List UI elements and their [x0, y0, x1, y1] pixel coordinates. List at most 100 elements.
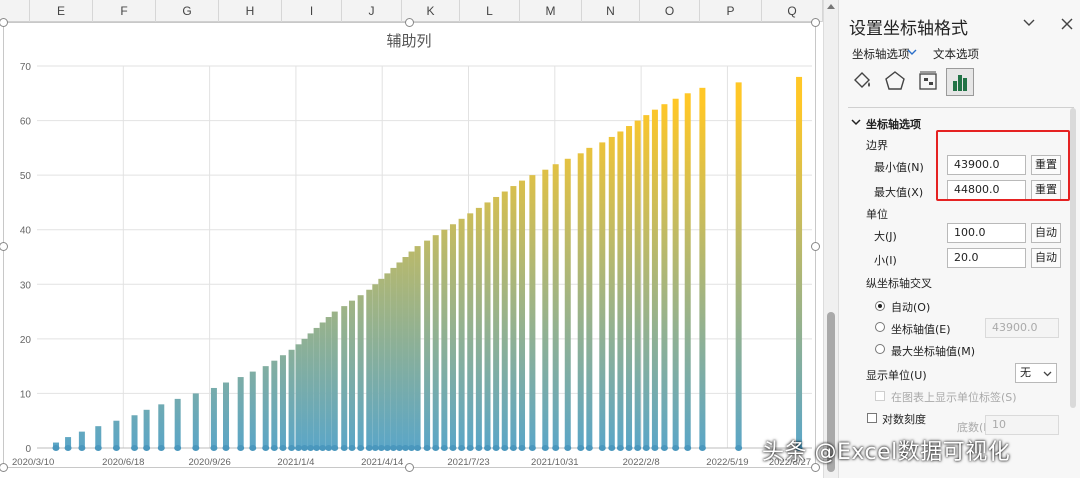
bar-base-marker[interactable] [52, 445, 60, 451]
bar[interactable] [617, 131, 624, 448]
bar[interactable] [643, 115, 650, 448]
bar-base-marker[interactable] [501, 445, 509, 451]
worksheet[interactable]: E F G H I J K L M N O P Q 辅助列 0 10 20 30 40 5… [0, 0, 823, 478]
bar-base-marker[interactable] [112, 445, 120, 451]
bar-base-marker[interactable] [541, 445, 549, 451]
chevron-down-icon[interactable] [1023, 16, 1035, 30]
column-header-o[interactable]: O [640, 0, 700, 22]
bar[interactable] [441, 229, 448, 448]
bar[interactable] [552, 164, 559, 448]
bar[interactable] [684, 93, 691, 449]
bar-base-marker[interactable] [331, 445, 339, 451]
bar-base-marker[interactable] [672, 445, 680, 451]
bar[interactable] [501, 191, 508, 448]
bar-base-marker[interactable] [440, 445, 448, 451]
bar[interactable] [331, 311, 338, 448]
bar-base-marker[interactable] [389, 445, 397, 451]
bar-base-marker[interactable] [174, 445, 182, 451]
bar[interactable] [408, 251, 415, 448]
show-units-label-checkbox[interactable] [875, 391, 885, 401]
tab-dropdown-chevron-icon[interactable] [907, 46, 917, 60]
bar[interactable] [467, 213, 474, 448]
bar-base-marker[interactable] [684, 445, 692, 451]
bar-base-marker[interactable] [377, 445, 385, 451]
bar[interactable] [577, 153, 584, 449]
axis-options-bar-chart-icon[interactable] [946, 68, 974, 96]
chart-object[interactable]: 辅助列 0 10 20 30 40 50 60 70 2020/3/10 2020/6/18 20… [0, 18, 820, 472]
bar-base-marker[interactable] [307, 445, 315, 451]
bar-base-marker[interactable] [475, 445, 483, 451]
bar[interactable] [396, 262, 403, 448]
bar[interactable] [319, 322, 326, 448]
size-properties-icon[interactable] [917, 70, 941, 94]
bar-base-marker[interactable] [598, 445, 606, 451]
bar-base-marker[interactable] [509, 445, 517, 451]
pane-scrollbar[interactable] [1070, 108, 1076, 408]
bar[interactable] [475, 207, 482, 448]
bar[interactable] [288, 349, 295, 448]
resize-handle-bottom[interactable] [405, 463, 414, 472]
bar[interactable] [301, 338, 308, 448]
bar-base-marker[interactable] [414, 445, 422, 451]
bar[interactable] [449, 224, 456, 448]
bar-base-marker[interactable] [357, 445, 365, 451]
bar[interactable] [378, 278, 385, 448]
bar-base-marker[interactable] [634, 445, 642, 451]
bar-base-marker[interactable] [432, 445, 440, 451]
column-header-p[interactable]: P [700, 0, 762, 22]
bar[interactable] [174, 398, 181, 448]
bar-base-marker[interactable] [210, 445, 218, 451]
close-icon[interactable] [1061, 14, 1073, 34]
column-header-f[interactable]: F [93, 0, 156, 22]
bar[interactable] [484, 202, 491, 448]
scroll-up-arrow-icon[interactable] [827, 4, 835, 9]
crosses-axis-value-label[interactable]: 坐标轴值(E) [891, 321, 951, 337]
bar[interactable] [237, 377, 244, 448]
section-axis-options[interactable]: 坐标轴选项 [866, 116, 921, 132]
bar[interactable] [249, 371, 256, 448]
bar[interactable] [131, 415, 138, 448]
bar[interactable] [586, 147, 593, 448]
bar-base-marker[interactable] [484, 445, 492, 451]
bar[interactable] [372, 284, 379, 448]
bar-base-marker[interactable] [408, 445, 416, 451]
column-header-h[interactable]: H [219, 0, 282, 22]
bar-base-marker[interactable] [270, 445, 278, 451]
minor-unit-field[interactable]: 20.0 [947, 248, 1026, 268]
bar[interactable] [510, 186, 517, 449]
bar[interactable] [113, 420, 120, 448]
bar[interactable] [384, 273, 391, 448]
bar[interactable] [307, 333, 314, 448]
bar[interactable] [325, 317, 332, 448]
bar[interactable] [357, 295, 364, 448]
column-header-n[interactable]: N [582, 0, 640, 22]
bar[interactable] [414, 246, 421, 448]
log-base-field[interactable]: 10 [985, 415, 1059, 435]
bar-base-marker[interactable] [642, 445, 650, 451]
bar[interactable] [661, 104, 668, 448]
bar-base-marker[interactable] [518, 445, 526, 451]
bar-base-marker[interactable] [365, 445, 373, 451]
bar[interactable] [295, 344, 302, 448]
bar[interactable] [458, 218, 465, 448]
bar-base-marker[interactable] [237, 445, 245, 451]
bar-base-marker[interactable] [340, 445, 348, 451]
bar[interactable] [210, 387, 217, 448]
bar-base-marker[interactable] [564, 445, 572, 451]
bar-base-marker[interactable] [131, 445, 139, 451]
bar-base-marker[interactable] [466, 445, 474, 451]
bar-base-marker[interactable] [279, 445, 287, 451]
crosses-auto-radio[interactable] [875, 301, 885, 311]
resize-handle-top[interactable] [405, 18, 414, 27]
log-scale-label[interactable]: 对数刻度 [882, 411, 926, 427]
vertical-scrollbar[interactable] [823, 0, 839, 478]
bar-base-marker[interactable] [192, 445, 200, 451]
bar[interactable] [223, 382, 230, 448]
bar-base-marker[interactable] [608, 445, 616, 451]
bar[interactable] [143, 409, 150, 448]
bar-base-marker[interactable] [94, 445, 102, 451]
bar[interactable] [672, 98, 679, 448]
bar[interactable] [313, 327, 320, 448]
bar-base-marker[interactable] [698, 445, 706, 451]
bar[interactable] [341, 306, 348, 448]
